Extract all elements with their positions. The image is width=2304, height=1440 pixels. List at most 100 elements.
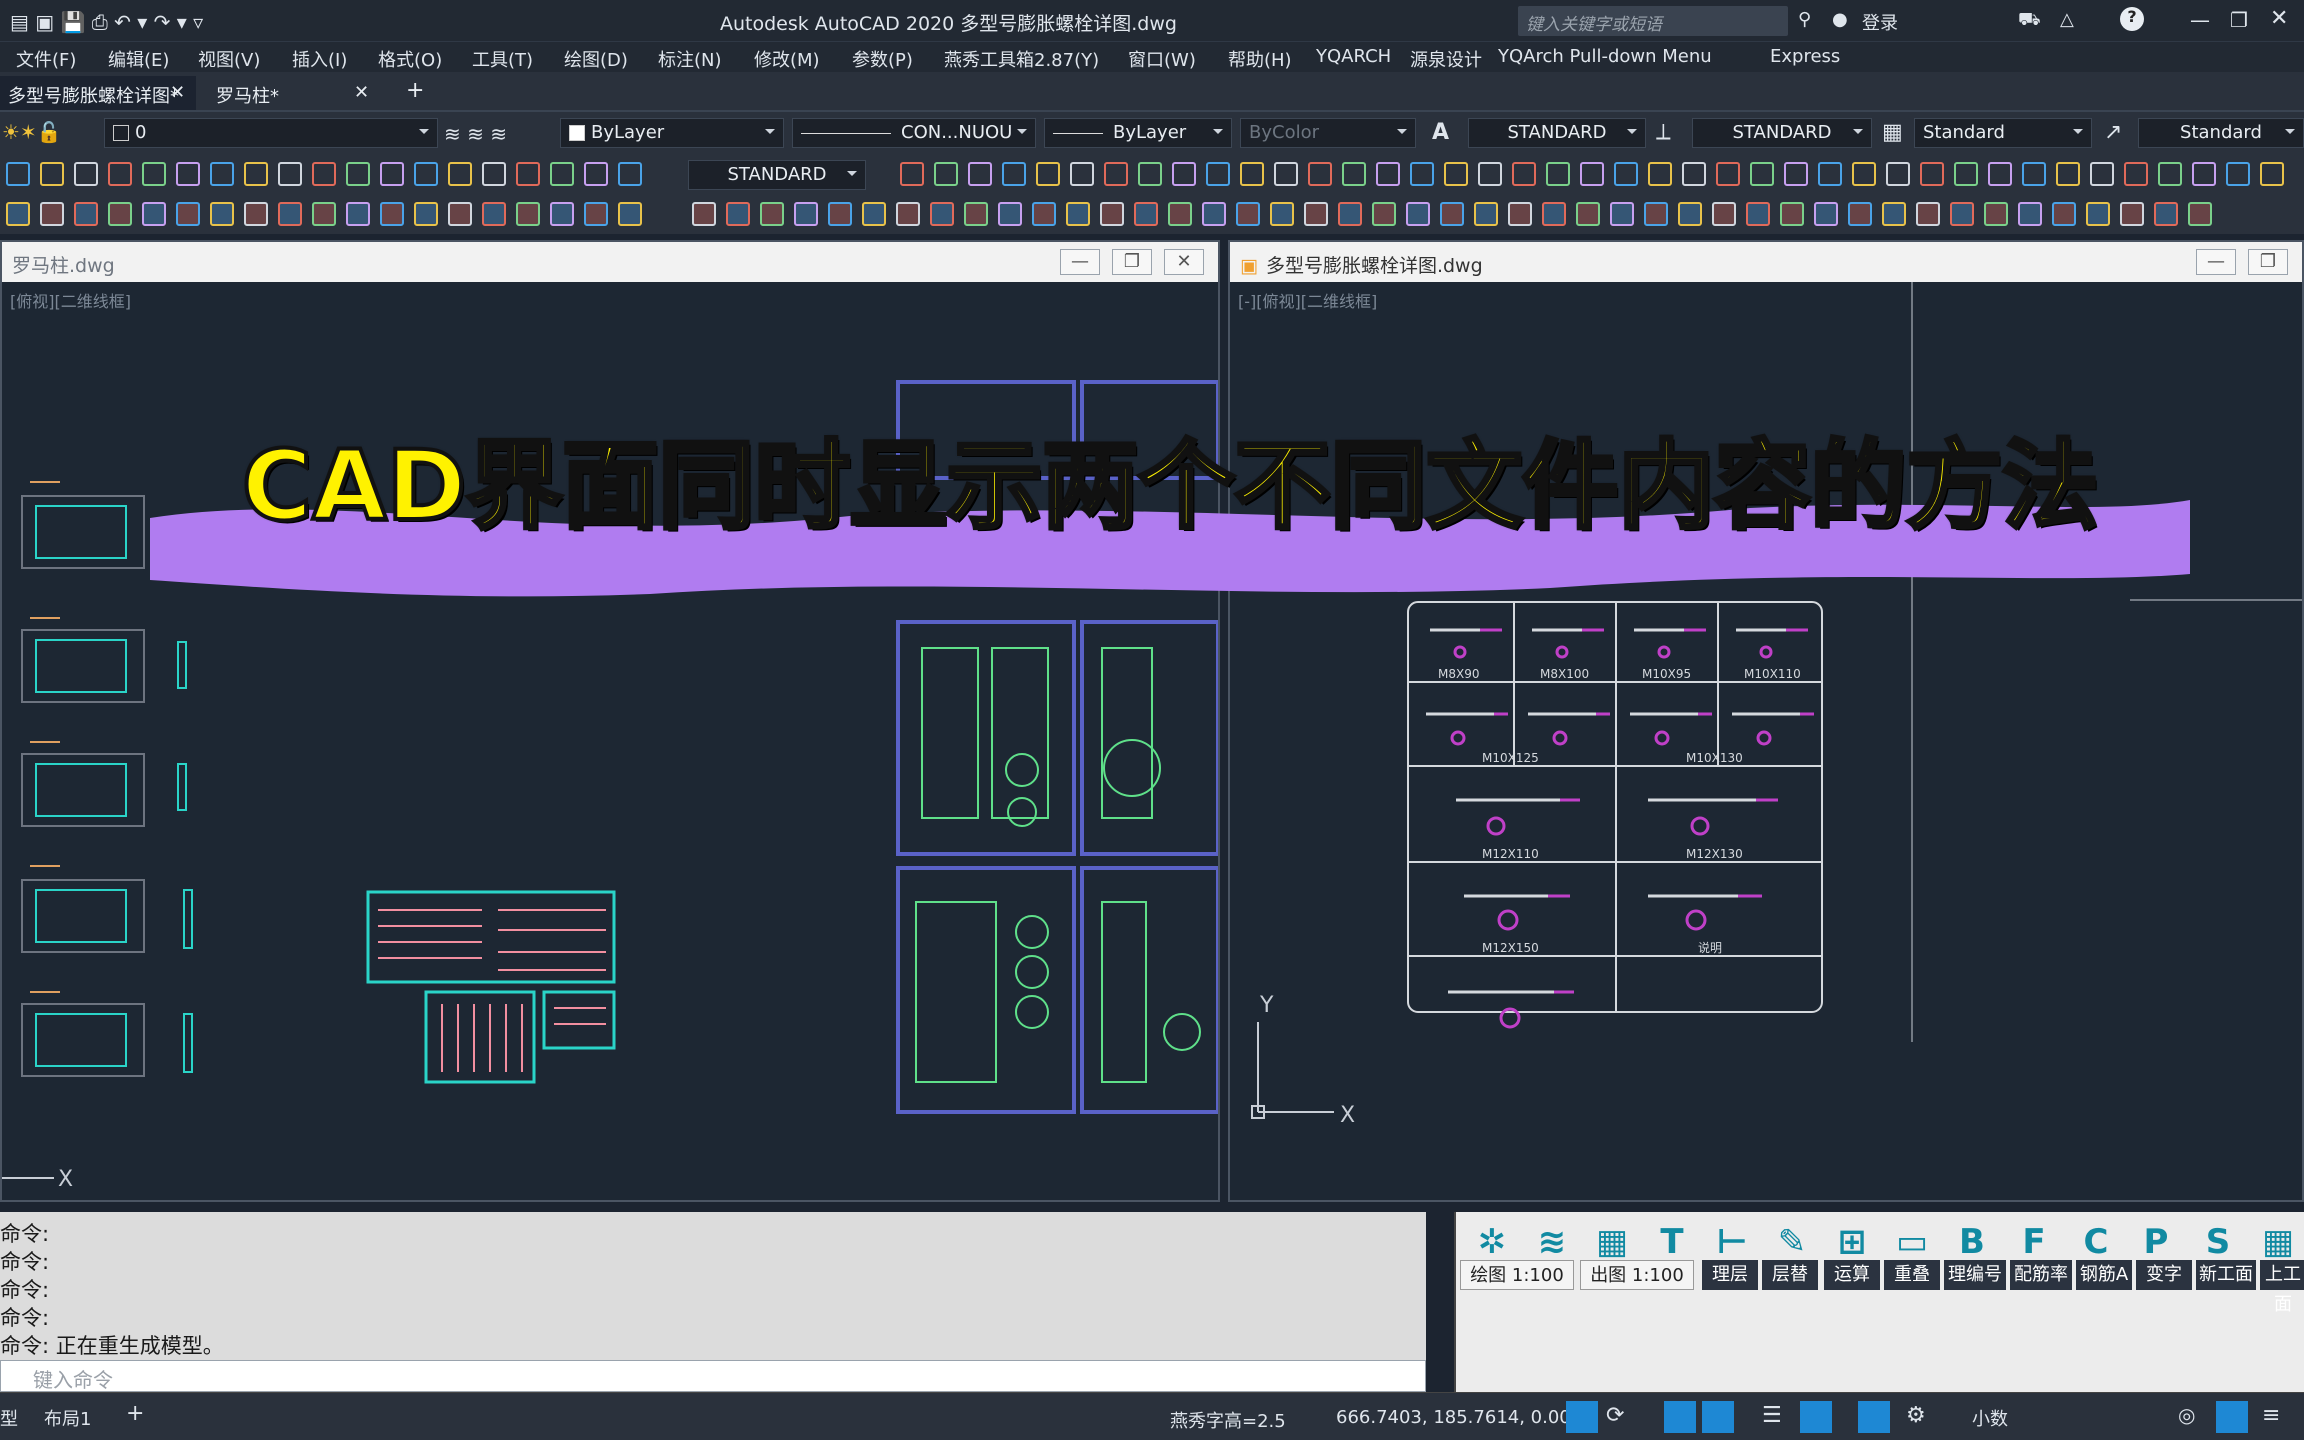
grid-toggle[interactable] xyxy=(1566,1401,1598,1433)
toolbar-tool-icon[interactable] xyxy=(1950,202,1974,226)
toolbar-tool-icon[interactable] xyxy=(176,202,200,226)
toolbar-tool-icon[interactable] xyxy=(448,202,472,226)
yq-button[interactable]: 钢筋A xyxy=(2076,1260,2132,1290)
mleaderstyle-dropdown[interactable]: Standard xyxy=(2138,118,2304,148)
toolbar-tool-icon[interactable] xyxy=(380,202,404,226)
toolbar-tool-icon[interactable] xyxy=(1916,202,1940,226)
toolbar-tool-icon[interactable] xyxy=(1988,162,2012,186)
gear-icon[interactable]: ⚙ xyxy=(1906,1403,1926,1428)
document-window-left[interactable]: 罗马柱.dwg — ❐ ✕ [俯视][二维线框] X xyxy=(0,240,1220,1202)
toolbar-tool-icon[interactable] xyxy=(1614,162,1638,186)
toolbar-tool-icon[interactable] xyxy=(862,202,886,226)
menu-modify[interactable]: 修改(M) xyxy=(754,46,820,72)
toolbar-tool-icon[interactable] xyxy=(1954,162,1978,186)
toolbar-tool-icon[interactable] xyxy=(1644,202,1668,226)
toolbar-tool-icon[interactable] xyxy=(930,202,954,226)
toolbar-tool-icon[interactable] xyxy=(482,162,506,186)
add-layout-button[interactable]: + xyxy=(126,1401,144,1426)
toolbar-tool-icon[interactable] xyxy=(210,202,234,226)
toolbar-tool-icon[interactable] xyxy=(2018,202,2042,226)
dim-style-icon[interactable]: ⟂ xyxy=(1656,120,1671,145)
toolbar-tool-icon[interactable] xyxy=(1372,202,1396,226)
menu-parametric[interactable]: 参数(P) xyxy=(852,46,913,72)
toolbar-tool-icon[interactable] xyxy=(312,202,336,226)
menu-yqarch-pulldown[interactable]: YQArch Pull-down Menu xyxy=(1498,46,1712,67)
toolbar-tool-icon[interactable] xyxy=(1852,162,1876,186)
yq-button[interactable]: 变字 xyxy=(2136,1260,2192,1290)
toolbar-tool-icon[interactable] xyxy=(584,162,608,186)
ortho-toggle[interactable] xyxy=(1664,1401,1696,1433)
toolbar-tool-icon[interactable] xyxy=(74,162,98,186)
toolbar-tool-icon[interactable] xyxy=(1848,202,1872,226)
toolbar-tool-icon[interactable] xyxy=(108,202,132,226)
yq-button[interactable]: 新工面 xyxy=(2196,1260,2256,1290)
viewport-label[interactable]: [俯视][二维线框] xyxy=(10,288,131,312)
toolbar-tool-icon[interactable] xyxy=(1240,162,1264,186)
toolbar-tool-icon[interactable] xyxy=(2226,162,2250,186)
toolbar-tool-icon[interactable] xyxy=(278,162,302,186)
hardware-accel-toggle[interactable] xyxy=(2216,1401,2248,1433)
close-icon[interactable]: ✕ xyxy=(170,82,185,103)
linetype-dropdown[interactable]: CON...NUOU xyxy=(792,118,1036,148)
yq-button[interactable]: 配筋率 xyxy=(2010,1260,2072,1290)
grid2-icon[interactable]: ▦ xyxy=(2258,1220,2298,1264)
layer-dropdown[interactable]: 0 xyxy=(104,118,438,148)
minimize-button[interactable]: — xyxy=(1060,249,1100,275)
sheet-icon[interactable]: ▭ xyxy=(1892,1220,1932,1264)
toolbar-tool-icon[interactable] xyxy=(1512,162,1536,186)
layer-tools-icons[interactable]: ≋ ≋ ≋ xyxy=(444,122,507,146)
close-app-button[interactable]: ✕ xyxy=(2270,6,2288,31)
toolbar-tool-icon[interactable] xyxy=(448,162,472,186)
close-icon[interactable]: ✕ xyxy=(354,82,369,103)
toolbar-tool-icon[interactable] xyxy=(244,162,268,186)
toolbar-tool-icon[interactable] xyxy=(1984,202,2008,226)
menu-view[interactable]: 视图(V) xyxy=(198,46,260,72)
toolbar-tool-icon[interactable] xyxy=(1440,202,1464,226)
yq-button[interactable]: 理编号 xyxy=(1944,1260,2006,1290)
command-window[interactable]: 命令: 命令: 命令: 命令: 命令: 正在重生成模型。 键入命令 xyxy=(0,1212,1426,1392)
toolbar-tool-icon[interactable] xyxy=(2154,202,2178,226)
toolbar-tool-icon[interactable] xyxy=(1648,162,1672,186)
toolbar-tool-icon[interactable] xyxy=(1444,162,1468,186)
toolbar-tool-icon[interactable] xyxy=(1478,162,1502,186)
toolbar-tool-icon[interactable] xyxy=(142,202,166,226)
yq-button[interactable]: 理层 xyxy=(1702,1260,1758,1290)
scale-draw-button[interactable]: 绘图 1:100 xyxy=(1460,1260,1574,1290)
dimension-icon[interactable]: ⊢ xyxy=(1712,1220,1752,1264)
toolbar-tool-icon[interactable] xyxy=(1036,162,1060,186)
units-dropdown[interactable]: 小数 xyxy=(1972,1405,2008,1431)
toolbar-tool-icon[interactable] xyxy=(1138,162,1162,186)
toolbar-tool-icon[interactable] xyxy=(1066,202,1090,226)
selection-cycle-toggle[interactable] xyxy=(1800,1401,1832,1433)
toolbar-tool-icon[interactable] xyxy=(1610,202,1634,226)
p-icon[interactable]: P xyxy=(2136,1220,2176,1264)
b-icon[interactable]: B xyxy=(1952,1220,1992,1264)
yq-button[interactable]: 上工面 xyxy=(2260,1260,2304,1315)
toolbar-tool-icon[interactable] xyxy=(896,202,920,226)
toolbar-tool-icon[interactable] xyxy=(1070,162,1094,186)
grid-icon[interactable]: ▦ xyxy=(1592,1220,1632,1264)
document-window-right[interactable]: ▣ 多型号膨胀螺栓详图.dwg — ❐ [-][俯视][二维线框] M8X90 … xyxy=(1228,240,2304,1202)
toolbar-tool-icon[interactable] xyxy=(1410,162,1434,186)
menu-tools[interactable]: 工具(T) xyxy=(472,46,533,72)
toolbar-tool-icon[interactable] xyxy=(414,162,438,186)
toolbar-tool-icon[interactable] xyxy=(1682,162,1706,186)
toolbar-tool-icon[interactable] xyxy=(618,202,642,226)
toolbar-tool-icon[interactable] xyxy=(6,162,30,186)
toolbar-tool-icon[interactable] xyxy=(828,202,852,226)
snap-icon[interactable]: ⟳ xyxy=(1606,1403,1624,1428)
close-button[interactable]: ✕ xyxy=(1164,249,1204,275)
toolbar-tool-icon[interactable] xyxy=(1784,162,1808,186)
toolbar-tool-icon[interactable] xyxy=(176,162,200,186)
toolbar-tool-icon[interactable] xyxy=(1202,202,1226,226)
restore-button[interactable]: ❐ xyxy=(1112,249,1152,275)
toolbar-tool-icon[interactable] xyxy=(794,202,818,226)
toolbar-tool-icon[interactable] xyxy=(414,202,438,226)
cart-icon[interactable]: ⛟ xyxy=(2018,9,2041,33)
toolbar-tool-icon[interactable] xyxy=(1304,202,1328,226)
menu-format[interactable]: 格式(O) xyxy=(378,46,442,72)
s-icon[interactable]: S xyxy=(2198,1220,2238,1264)
customize-icon[interactable]: ≡ xyxy=(2262,1403,2280,1428)
toolbar-tool-icon[interactable] xyxy=(312,162,336,186)
new-tab-button[interactable]: + xyxy=(398,76,434,110)
